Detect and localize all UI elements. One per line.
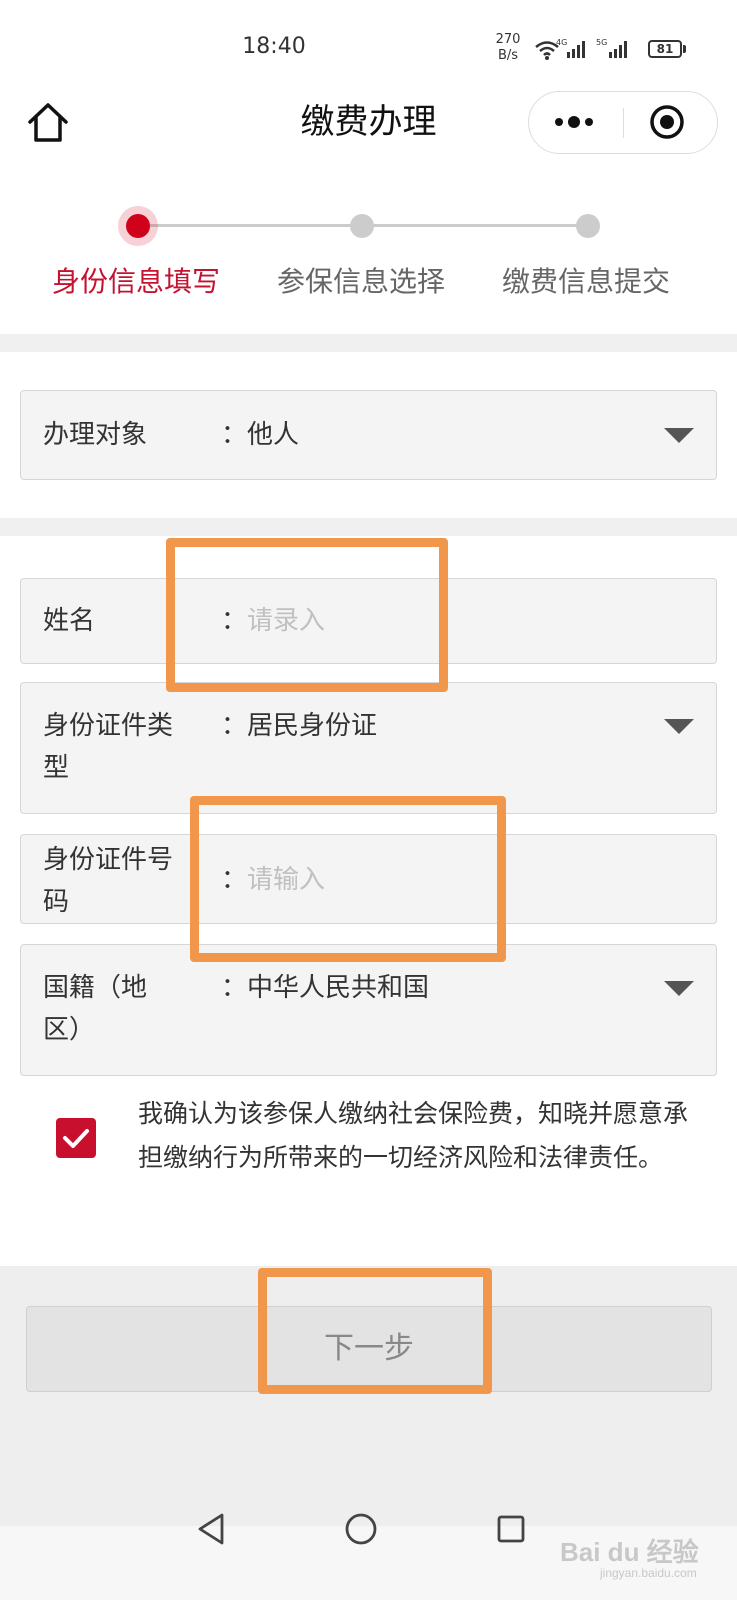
battery-cap: [683, 45, 686, 53]
object-label: 办理对象: [43, 420, 148, 450]
highlight-box-name: [166, 538, 448, 692]
network-speed: 270 B/s: [488, 32, 528, 64]
step-label-submit: 缴费信息提交: [501, 265, 670, 298]
highlight-box-next: [258, 1268, 492, 1394]
step-dot: [350, 214, 374, 238]
step-connector: [362, 224, 588, 227]
dropdown-triangle-icon[interactable]: [664, 981, 694, 996]
target-close-icon[interactable]: [625, 92, 717, 153]
section-separator: [0, 334, 737, 352]
back-triangle-icon[interactable]: [196, 1512, 226, 1546]
section-separator: [0, 518, 737, 536]
id-type-value: 居民身份证: [247, 711, 378, 741]
id-number-label-line1: 身份证件号: [43, 845, 174, 875]
capsule-divider: [623, 108, 624, 138]
dropdown-triangle-icon[interactable]: [664, 719, 694, 734]
step-dot: [576, 214, 600, 238]
nationality-value: 中华人民共和国: [247, 973, 430, 1003]
step-label-identity: 身份信息填写: [51, 265, 220, 298]
agreement-text: 我确认为该参保人缴纳社会保险费，知晓并愿意承担缴纳行为所带来的一切经济风险和法律…: [138, 1099, 689, 1172]
id-type-select[interactable]: 身份证件类 型 ： 居民身份证: [20, 682, 717, 814]
battery-indicator: 81: [648, 40, 682, 58]
id-type-label-line2: 型: [43, 753, 70, 783]
nationality-label-line1: 国籍（地: [43, 973, 148, 1003]
object-value: 他人: [247, 420, 300, 450]
home-circle-icon[interactable]: [344, 1512, 378, 1546]
id-type-label-line1: 身份证件类: [43, 711, 174, 741]
recent-apps-icon[interactable]: [496, 1514, 526, 1544]
highlight-box-id-number: [190, 796, 506, 962]
signal-bars-icon: [567, 41, 585, 58]
id-number-label-line2: 码: [43, 887, 70, 917]
nationality-label-line2: 区）: [43, 1015, 96, 1045]
step-dot-active: [126, 214, 150, 238]
signal-5g-label: 5G: [596, 38, 608, 47]
checkmark-icon: [63, 1129, 89, 1148]
colon: ：: [221, 420, 248, 450]
mini-program-capsule: [528, 91, 718, 154]
colon: ：: [221, 973, 248, 1003]
network-speed-unit: B/s: [497, 48, 519, 63]
signal-bars-icon: [609, 41, 627, 58]
dropdown-triangle-icon[interactable]: [664, 428, 694, 443]
baidu-watermark-url: jingyan.baidu.com: [600, 1566, 697, 1580]
object-select[interactable]: 办理对象 ： 他人: [20, 390, 717, 480]
colon: ：: [221, 711, 248, 741]
baidu-watermark: Bai du 经验: [560, 1537, 699, 1567]
step-connector: [138, 224, 362, 227]
more-dots-icon[interactable]: [529, 92, 623, 153]
nationality-select[interactable]: 国籍（地 区） ： 中华人民共和国: [20, 944, 717, 1076]
step-label-insurance: 参保信息选择: [276, 265, 445, 298]
agreement-checkbox[interactable]: [56, 1118, 96, 1158]
status-time: 18:40: [242, 34, 306, 59]
network-speed-value: 270: [495, 32, 521, 47]
